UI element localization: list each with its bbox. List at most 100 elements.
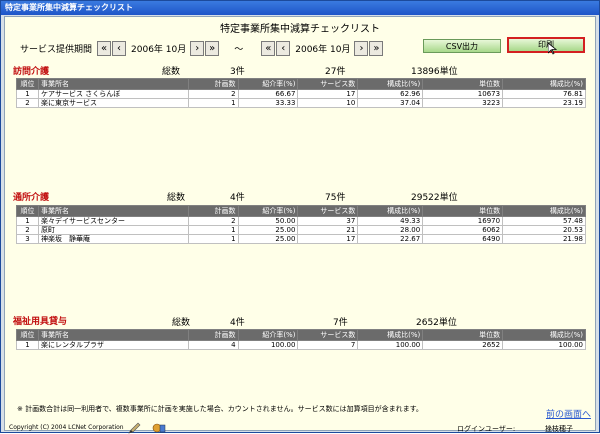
copyright: Copyright (C) 2004 LCNet Corporation	[9, 424, 124, 431]
table-row: 1 楽々デイサービスセンター 2 50.00 37 49.33 16970 57…	[16, 216, 586, 226]
section-title: 通所介護	[13, 193, 50, 203]
services-cell: 7	[297, 340, 359, 350]
main-content: 特定事業所集中減算チェックリスト サービス提供期間 « ‹ 2006年 10月 …	[4, 16, 596, 434]
total-service-count: 7件	[333, 318, 348, 328]
unit-ratio-cell: 23.19	[502, 98, 586, 108]
provider-name-cell: 楽々デイサービスセンター	[37, 216, 189, 226]
back-link[interactable]: 前の画面へ	[546, 407, 591, 420]
rank-cell: 2	[16, 225, 39, 235]
rate-cell: 33.33	[237, 98, 299, 108]
table-row: 2 原町 1 25.00 21 28.00 6062 20.53	[16, 225, 586, 235]
column-header: 順位	[16, 78, 39, 90]
rank-cell: 1	[16, 216, 39, 226]
total-count: 4件	[230, 193, 245, 203]
units-cell: 16970	[422, 216, 504, 226]
service-ratio-cell: 62.96	[357, 89, 424, 99]
unit-ratio-cell: 20.53	[502, 225, 586, 235]
to-date: 2006年 10月	[295, 44, 351, 55]
column-header: 事業所名	[37, 78, 189, 90]
provider-name-cell: 神楽坂 静華庵	[37, 234, 189, 244]
column-header: 構成比(%)	[502, 205, 586, 217]
rank-cell: 3	[16, 234, 39, 244]
checklist-table: 順位 事業所名 計画数 紹介率(%) サービス数 構成比(%) 単位数 構成比(…	[16, 205, 586, 244]
to-prev-button[interactable]: ‹	[276, 40, 291, 56]
csv-export-button[interactable]: CSV出力	[423, 39, 501, 53]
total-count: 3件	[230, 67, 245, 77]
table-row: 2 楽に東京サービス 1 33.33 10 37.04 3223 23.19	[16, 98, 586, 108]
unit-ratio-cell: 21.98	[502, 234, 586, 244]
tool-icon[interactable]	[152, 422, 166, 434]
section-title: 訪問介護	[13, 67, 50, 77]
column-header: 計画数	[187, 329, 239, 341]
service-ratio-cell: 100.00	[357, 340, 424, 350]
column-header: サービス数	[297, 329, 359, 341]
plans-cell: 1	[187, 225, 239, 235]
plans-cell: 2	[187, 89, 239, 99]
to-last-button[interactable]: »	[369, 40, 384, 56]
column-header: サービス数	[297, 78, 359, 90]
to-first-button[interactable]: «	[261, 40, 276, 56]
period-label: サービス提供期間	[20, 44, 93, 55]
table-row: 3 神楽坂 静華庵 1 25.00 17 22.67 6490 21.98	[16, 234, 586, 244]
from-last-button[interactable]: »	[205, 40, 220, 56]
services-cell: 17	[297, 234, 359, 244]
column-header: 事業所名	[37, 329, 189, 341]
rate-cell: 100.00	[237, 340, 299, 350]
mouse-cursor-icon	[548, 43, 557, 55]
units-cell: 10673	[422, 89, 504, 99]
rate-cell: 25.00	[237, 225, 299, 235]
table-header-row: 順位 事業所名 計画数 紹介率(%) サービス数 構成比(%) 単位数 構成比(…	[16, 78, 586, 90]
total-label: 総数	[167, 193, 186, 203]
units-cell: 6062	[422, 225, 504, 235]
column-header: 構成比(%)	[502, 78, 586, 90]
print-button[interactable]: 印刷	[507, 37, 585, 53]
provider-name-cell: 楽に東京サービス	[37, 98, 189, 108]
column-header: 紹介率(%)	[237, 205, 299, 217]
plans-cell: 1	[187, 234, 239, 244]
column-header: 単位数	[422, 78, 504, 90]
provider-name-cell: 楽にレンタルプラザ	[37, 340, 189, 350]
service-ratio-cell: 49.33	[357, 216, 424, 226]
checklist-table: 順位 事業所名 計画数 紹介率(%) サービス数 構成比(%) 単位数 構成比(…	[16, 78, 586, 108]
rate-cell: 66.67	[237, 89, 299, 99]
from-prev-button[interactable]: ‹	[112, 40, 127, 56]
footer: Copyright (C) 2004 LCNet Corporation ログイ…	[5, 422, 595, 434]
service-ratio-cell: 37.04	[357, 98, 424, 108]
from-first-button[interactable]: «	[97, 40, 112, 56]
app-window: 特定事業所集中減算チェックリスト 特定事業所集中減算チェックリスト サービス提供…	[0, 0, 600, 434]
column-header: 紹介率(%)	[237, 78, 299, 90]
units-cell: 6490	[422, 234, 504, 244]
service-ratio-cell: 28.00	[357, 225, 424, 235]
pen-icon[interactable]	[128, 422, 142, 434]
total-units: 13896単位	[411, 67, 458, 77]
rate-cell: 50.00	[237, 216, 299, 226]
column-header: 順位	[16, 329, 39, 341]
table-row: 1 ケアサービス さくらんぼ 2 66.67 17 62.96 10673 76…	[16, 89, 586, 99]
to-next-button[interactable]: ›	[354, 40, 369, 56]
services-cell: 37	[297, 216, 359, 226]
column-header: 計画数	[187, 205, 239, 217]
provider-name-cell: ケアサービス さくらんぼ	[37, 89, 189, 99]
units-cell: 2652	[422, 340, 504, 350]
plans-cell: 2	[187, 216, 239, 226]
unit-ratio-cell: 100.00	[502, 340, 586, 350]
total-service-count: 27件	[325, 67, 346, 77]
unit-ratio-cell: 76.81	[502, 89, 586, 99]
unit-ratio-cell: 57.48	[502, 216, 586, 226]
column-header: 単位数	[422, 329, 504, 341]
table-header-row: 順位 事業所名 計画数 紹介率(%) サービス数 構成比(%) 単位数 構成比(…	[16, 329, 586, 341]
rank-cell: 1	[16, 340, 39, 350]
total-units: 2652単位	[416, 318, 457, 328]
provider-name-cell: 原町	[37, 225, 189, 235]
column-header: 事業所名	[37, 205, 189, 217]
rank-cell: 1	[16, 89, 39, 99]
service-ratio-cell: 22.67	[357, 234, 424, 244]
rank-cell: 2	[16, 98, 39, 108]
column-header: 構成比(%)	[502, 329, 586, 341]
from-next-button[interactable]: ›	[190, 40, 205, 56]
total-label: 総数	[172, 318, 191, 328]
service-period-selector: サービス提供期間 « ‹ 2006年 10月 › » ～ « ‹ 2006年 1…	[20, 39, 384, 57]
services-cell: 21	[297, 225, 359, 235]
checklist-table: 順位 事業所名 計画数 紹介率(%) サービス数 構成比(%) 単位数 構成比(…	[16, 329, 586, 350]
table-header-row: 順位 事業所名 計画数 紹介率(%) サービス数 構成比(%) 単位数 構成比(…	[16, 205, 586, 217]
